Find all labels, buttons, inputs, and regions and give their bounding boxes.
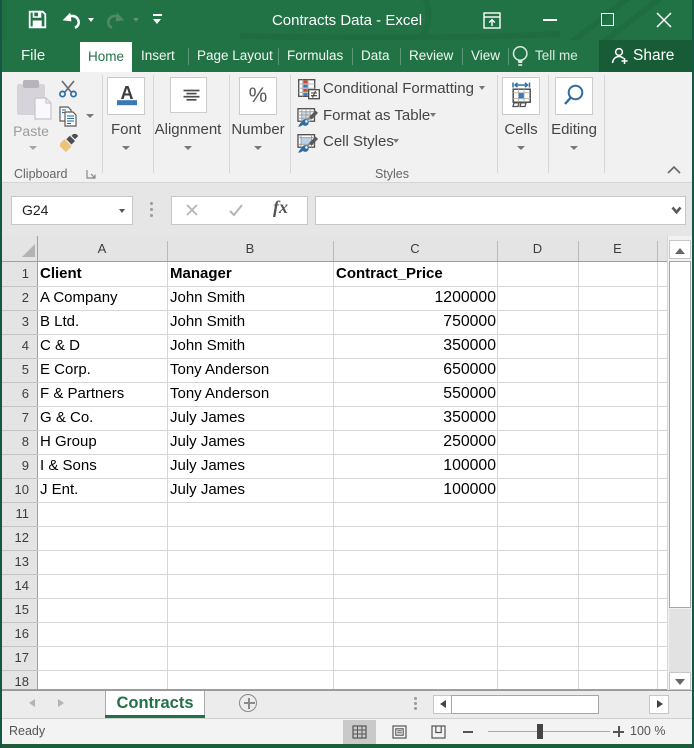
svg-text:A: A <box>121 83 134 103</box>
